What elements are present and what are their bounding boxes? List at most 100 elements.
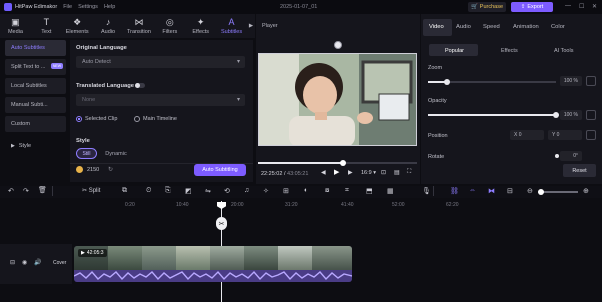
zoom-in-icon[interactable]: ⊕ (583, 187, 589, 195)
menu-settings[interactable]: Settings (78, 4, 98, 10)
detach-icon[interactable]: ⧇ (325, 187, 329, 195)
selected-clip-radio[interactable]: Selected Clip (76, 116, 117, 122)
opacity-slider-knob[interactable] (553, 112, 559, 118)
style-nav-item[interactable]: ▶ Style (5, 138, 66, 154)
speed-icon[interactable]: ⏲ (146, 187, 151, 195)
freeze-icon[interactable]: ⎘ (165, 187, 171, 195)
crop-icon[interactable]: ⧉ (122, 187, 127, 195)
ai-icon[interactable]: ✧ (263, 187, 269, 195)
play-icon[interactable]: ▶ (334, 168, 339, 176)
text-to-speech-icon[interactable]: ⌗ (345, 187, 349, 195)
sidebar-item-3[interactable]: Local Subtitles (5, 78, 66, 94)
link-icon[interactable]: ⛓ (450, 187, 459, 195)
translated-language-select[interactable]: None ▾ (76, 94, 245, 106)
audio-icon: ♪ (105, 16, 111, 27)
delete-icon[interactable]: 🗑 (38, 186, 47, 194)
zoom-keyframe-icon[interactable] (586, 76, 596, 86)
sidebar-item-5[interactable]: Custom (5, 116, 66, 132)
microphone-icon[interactable]: 🎙 (422, 187, 431, 195)
purchase-button[interactable]: 🛒 Purchase (468, 2, 506, 12)
track-icon[interactable]: ⊟ (507, 187, 513, 195)
tab-filters[interactable]: ◎ Filters (154, 14, 185, 38)
track-visibility-icon[interactable]: ◉ (22, 259, 27, 266)
snapshot-icon[interactable]: ⊡ (381, 169, 386, 176)
sidebar-item-1[interactable]: Auto Subtitles (5, 40, 66, 56)
tab-effects[interactable]: ✦ Effects (185, 14, 216, 38)
player-progress-bar[interactable] (258, 160, 417, 166)
tab-transition[interactable]: ⋈ Transition (124, 14, 155, 38)
video-preview[interactable] (258, 53, 417, 146)
mirror-icon[interactable]: ⇋ (205, 187, 211, 195)
refresh-icon[interactable]: ↻ (108, 166, 113, 173)
color-icon[interactable]: ◐ (304, 187, 308, 194)
position-keyframe-icon[interactable] (586, 130, 596, 140)
sidebar-item-2[interactable]: Split Text to ... NEW (5, 59, 66, 75)
audio-edit-icon[interactable]: ♫ (244, 187, 249, 194)
tab-speed[interactable]: Speed (483, 24, 500, 30)
timeline-zoom-slider[interactable] (538, 189, 578, 195)
menu-file[interactable]: File (63, 4, 72, 10)
minimize-icon[interactable]: — (565, 3, 571, 9)
tab-audio[interactable]: ♪ Audio (93, 14, 124, 38)
tab-elements[interactable]: ❖ Elements (62, 14, 93, 38)
quality-icon[interactable]: ▤ (394, 169, 400, 176)
zoom-slider[interactable] (428, 79, 556, 85)
zoom-out-icon[interactable]: ⊖ (527, 187, 533, 195)
tab-color[interactable]: Color (551, 24, 565, 30)
main-timeline-radio[interactable]: Main Timeline (134, 116, 177, 122)
aspect-ratio-select[interactable]: 16:9 ▾ (361, 170, 376, 176)
style-tab-still[interactable]: Still (76, 148, 97, 159)
opacity-value-box[interactable]: 100 % (560, 110, 582, 120)
redo-icon[interactable]: ↷ (23, 187, 29, 195)
maximize-icon[interactable]: ☐ (579, 3, 584, 10)
close-icon[interactable]: ✕ (592, 3, 597, 10)
export-clip-icon[interactable]: ⬒ (366, 187, 373, 195)
translate-toggle[interactable] (135, 83, 145, 88)
tab-audio[interactable]: Audio (456, 24, 471, 30)
rotate-value-box[interactable]: 0° (560, 151, 582, 161)
timeline-zoom-knob[interactable] (538, 189, 544, 195)
rotate-dial-icon[interactable] (555, 154, 559, 158)
stabilize-icon[interactable]: ⊞ (283, 187, 289, 195)
timeline-ruler[interactable]: 0:20 10:40 20:00 31:20 41:40 52:00 62:20 (0, 200, 602, 210)
original-language-select[interactable]: Auto Detect ▾ (76, 56, 245, 68)
toolbar-more-icon[interactable]: ▶ (247, 14, 255, 38)
fullscreen-icon[interactable]: ⛶ (407, 169, 411, 176)
mask-icon[interactable]: ◩ (185, 187, 192, 195)
prev-frame-icon[interactable]: ◀ (321, 169, 326, 176)
next-frame-icon[interactable]: ▶ (348, 169, 353, 176)
reset-button[interactable]: Reset (563, 164, 596, 177)
snap-icon[interactable]: ⇔ (469, 187, 476, 194)
split-at-playhead-icon[interactable]: ✂ (216, 217, 227, 230)
player-progress-knob[interactable] (340, 160, 346, 166)
auto-subtitling-button[interactable]: Auto Subtitling (194, 164, 246, 176)
zoom-value-box[interactable]: 100 % (560, 76, 582, 86)
split-button[interactable]: ✂ Split (82, 187, 100, 194)
tab-media[interactable]: ▣ Media (0, 14, 31, 38)
zoom-slider-knob[interactable] (444, 79, 451, 85)
opacity-keyframe-icon[interactable] (586, 110, 596, 120)
more-icon[interactable]: ▦ (387, 187, 394, 195)
menu-help[interactable]: Help (104, 4, 115, 10)
subtab-effects[interactable]: Effects (501, 48, 518, 54)
track-mute-icon[interactable]: 🔊 (34, 259, 41, 266)
subtab-popular[interactable]: Popular (445, 48, 464, 54)
reverse-icon[interactable]: ⟲ (224, 187, 230, 195)
subtab-ai-tools[interactable]: AI Tools (554, 48, 573, 54)
track-lock-icon[interactable]: ⊟ (10, 259, 15, 266)
cover-label[interactable]: Cover (53, 260, 66, 266)
tab-video[interactable]: Video (429, 24, 444, 30)
position-y-field[interactable]: Y 0 (548, 130, 582, 140)
tab-animation[interactable]: Animation (513, 24, 539, 30)
rotate-handle-icon[interactable] (334, 41, 342, 49)
magnet-icon[interactable]: ⧓ (488, 187, 495, 195)
opacity-slider[interactable] (428, 112, 559, 118)
undo-icon[interactable]: ↶ (8, 187, 14, 195)
sidebar-item-4[interactable]: Manual Subti... (5, 97, 66, 113)
tab-text[interactable]: T Text (31, 14, 62, 38)
position-x-field[interactable]: X 0 (510, 130, 544, 140)
video-clip[interactable]: ▶ 42:05:3 (74, 246, 352, 282)
tab-subtitles[interactable]: A Subtitles (216, 14, 247, 38)
export-button[interactable]: ⇪ Export (511, 2, 553, 12)
style-tab-dynamic[interactable]: Dynamic (100, 148, 132, 159)
